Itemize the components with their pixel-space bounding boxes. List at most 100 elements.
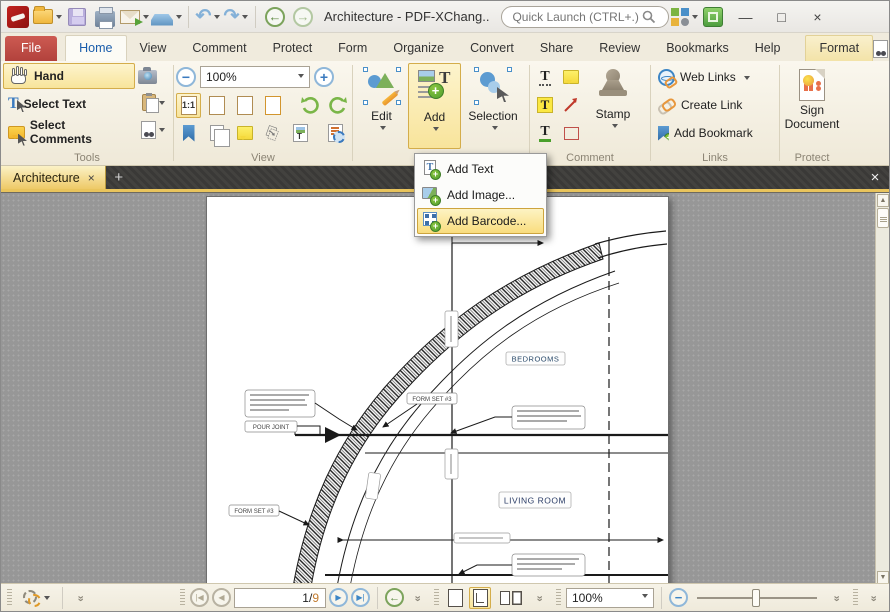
typewriter-icon: T bbox=[539, 69, 550, 86]
attachments-pane-button[interactable]: ⎘ bbox=[260, 121, 285, 146]
snapshot-button[interactable] bbox=[135, 63, 160, 88]
highlight-text-button[interactable]: T bbox=[533, 93, 558, 118]
previous-view-button[interactable]: ← bbox=[385, 588, 404, 607]
comments-pane-button[interactable] bbox=[232, 121, 257, 146]
tab-bookmarks[interactable]: Bookmarks bbox=[653, 36, 742, 61]
status-zoom-combo[interactable]: 100% bbox=[566, 588, 654, 608]
select-text-button[interactable]: T Select Text bbox=[3, 91, 135, 117]
email-button[interactable] bbox=[120, 4, 149, 30]
selection-button[interactable]: Selection bbox=[461, 63, 525, 149]
tab-home[interactable]: Home bbox=[65, 35, 126, 61]
web-links-button[interactable]: Web Links bbox=[653, 63, 777, 91]
pdf-page[interactable]: POUR JOINT FORM SET #3 FORM SET #3 bbox=[206, 196, 669, 585]
paste-button[interactable] bbox=[135, 90, 171, 115]
tab-format[interactable]: Format bbox=[805, 35, 873, 61]
underline-text-button[interactable]: T bbox=[533, 121, 558, 146]
open-button[interactable] bbox=[33, 4, 62, 30]
fit-page-button[interactable] bbox=[204, 93, 229, 118]
bookmarks-pane-button[interactable] bbox=[176, 121, 201, 146]
rectangle-annotation-button[interactable] bbox=[559, 121, 584, 146]
select-comments-button[interactable]: Select Comments bbox=[3, 119, 135, 145]
scroll-up-icon[interactable]: ▲ bbox=[877, 194, 889, 207]
zoom-slider[interactable] bbox=[697, 597, 817, 599]
history-back-button[interactable]: ← bbox=[262, 4, 288, 30]
fit-visible-button[interactable] bbox=[260, 93, 285, 118]
menu-item-add-text[interactable]: T+ Add Text bbox=[417, 156, 544, 182]
quick-launch-input[interactable] bbox=[512, 10, 642, 24]
layout-options-button[interactable]: » bbox=[529, 587, 551, 609]
content-pane-button[interactable] bbox=[288, 121, 313, 146]
continuous-layout-button[interactable] bbox=[469, 587, 491, 609]
close-button[interactable]: × bbox=[800, 5, 834, 29]
single-page-layout-button[interactable] bbox=[444, 587, 466, 609]
find-button[interactable] bbox=[135, 117, 171, 142]
typewriter-button[interactable]: T bbox=[533, 65, 558, 90]
tab-form[interactable]: Form bbox=[325, 36, 380, 61]
print-button[interactable] bbox=[92, 4, 118, 30]
save-button[interactable] bbox=[64, 4, 90, 30]
arrow-annotation-button[interactable] bbox=[559, 93, 584, 118]
ribbon-zoom-combo[interactable]: 100% bbox=[200, 66, 310, 88]
document-tab-architecture[interactable]: Architecture × bbox=[1, 166, 106, 189]
scrollbar-thumb[interactable] bbox=[877, 208, 889, 228]
tab-file[interactable]: File bbox=[5, 36, 57, 61]
minimize-button[interactable]: — bbox=[728, 5, 762, 29]
tab-convert[interactable]: Convert bbox=[457, 36, 527, 61]
zoom-slider-handle[interactable] bbox=[752, 589, 760, 607]
close-document-button[interactable]: × bbox=[861, 166, 889, 189]
previous-page-button[interactable]: ◀ bbox=[212, 588, 231, 607]
titlebar: ↶ ↷ ← → Architecture - PDF-XChang.. — □ … bbox=[1, 1, 889, 33]
add-bookmark-button[interactable]: + Add Bookmark bbox=[653, 119, 777, 147]
document-tab-close-icon[interactable]: × bbox=[88, 171, 95, 185]
view-history-expand-button[interactable]: » bbox=[407, 587, 429, 609]
status-options-button[interactable] bbox=[17, 587, 55, 609]
expand-panel-right-button[interactable]: » bbox=[863, 587, 885, 609]
zoom-out-button[interactable]: − bbox=[176, 67, 196, 87]
new-tab-button[interactable]: + bbox=[106, 166, 132, 189]
fit-width-button[interactable] bbox=[232, 93, 257, 118]
status-zoom-out-button[interactable]: − bbox=[669, 588, 688, 607]
page-number-box[interactable]: 1/9 bbox=[234, 588, 326, 608]
zoom-in-button[interactable]: + bbox=[314, 67, 334, 87]
zoom-options-button[interactable]: » bbox=[826, 587, 848, 609]
tab-organize[interactable]: Organize bbox=[380, 36, 457, 61]
edit-button[interactable]: Edit bbox=[355, 63, 408, 149]
hand-tool-button[interactable]: Hand bbox=[3, 63, 135, 89]
history-forward-button[interactable]: → bbox=[290, 4, 316, 30]
redo-button[interactable]: ↷ bbox=[223, 4, 249, 30]
tab-help[interactable]: Help bbox=[742, 36, 794, 61]
quick-launch-box[interactable] bbox=[501, 6, 669, 28]
sticky-note-button[interactable] bbox=[559, 65, 584, 90]
next-page-button[interactable]: ▶ bbox=[329, 588, 348, 607]
add-bookmark-label: Add Bookmark bbox=[674, 126, 753, 140]
ui-options-button[interactable] bbox=[671, 4, 698, 30]
expand-panel-left-button[interactable]: » bbox=[70, 587, 92, 609]
last-page-button[interactable]: ▶| bbox=[351, 588, 370, 607]
tab-view[interactable]: View bbox=[127, 36, 180, 61]
properties-pane-button[interactable] bbox=[323, 121, 348, 146]
tab-share[interactable]: Share bbox=[527, 36, 586, 61]
sign-document-button[interactable]: Sign Document bbox=[782, 63, 842, 149]
menu-item-add-barcode[interactable]: + Add Barcode... bbox=[417, 208, 544, 234]
undo-button[interactable]: ↶ bbox=[195, 4, 221, 30]
menu-item-add-image[interactable]: + Add Image... bbox=[417, 182, 544, 208]
scan-button[interactable] bbox=[151, 4, 182, 30]
vertical-scrollbar[interactable]: ▲ ▼ bbox=[875, 193, 889, 585]
maximize-button[interactable]: □ bbox=[764, 5, 798, 29]
actual-size-button[interactable]: 1:1 bbox=[176, 93, 201, 118]
create-link-button[interactable]: Create Link bbox=[653, 91, 777, 119]
tab-protect[interactable]: Protect bbox=[260, 36, 326, 61]
select-comments-label: Select Comments bbox=[30, 118, 130, 146]
tab-comment[interactable]: Comment bbox=[179, 36, 259, 61]
add-button[interactable]: T + Add bbox=[408, 63, 461, 149]
stamp-button[interactable]: Stamp bbox=[584, 63, 642, 149]
rotate-cw-button[interactable] bbox=[325, 93, 350, 118]
thumbnails-pane-button[interactable] bbox=[204, 121, 229, 146]
document-view[interactable]: POUR JOINT FORM SET #3 FORM SET #3 bbox=[1, 192, 889, 585]
fullscreen-button[interactable] bbox=[700, 4, 726, 30]
find-document-icon[interactable] bbox=[873, 40, 888, 58]
two-page-layout-button[interactable] bbox=[494, 587, 526, 609]
rotate-ccw-button[interactable] bbox=[297, 93, 322, 118]
first-page-button[interactable]: |◀ bbox=[190, 588, 209, 607]
tab-review[interactable]: Review bbox=[586, 36, 653, 61]
